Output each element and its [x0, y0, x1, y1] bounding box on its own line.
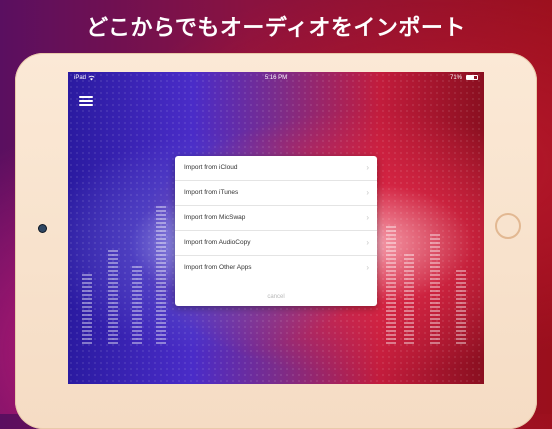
chevron-right-icon: ›	[366, 238, 369, 247]
front-camera	[39, 225, 46, 232]
promo-headline: どこからでもオーディオをインポート	[86, 16, 466, 41]
import-micswap-item[interactable]: Import from MicSwap ›	[175, 206, 377, 231]
cancel-button[interactable]: cancel	[175, 294, 377, 300]
equalizer-bar	[456, 269, 466, 344]
ipad-frame: iPad 5:16 PM 71% Import from iCloud › Im…	[15, 53, 537, 429]
sheet-item-label: Import from iCloud	[184, 164, 238, 171]
equalizer-bar	[386, 224, 396, 344]
import-audiocopy-item[interactable]: Import from AudioCopy ›	[175, 231, 377, 256]
import-other-apps-item[interactable]: Import from Other Apps ›	[175, 256, 377, 280]
sheet-item-label: Import from iTunes	[184, 189, 239, 196]
status-time: 5:16 PM	[264, 75, 288, 81]
chevron-right-icon: ›	[366, 163, 369, 172]
equalizer-bar	[404, 254, 414, 344]
equalizer-bar	[430, 234, 440, 344]
chevron-right-icon: ›	[366, 188, 369, 197]
status-bar: iPad 5:16 PM 71%	[68, 72, 484, 84]
menu-line	[79, 104, 93, 106]
sheet-item-label: Import from Other Apps	[184, 264, 252, 271]
chevron-right-icon: ›	[366, 263, 369, 272]
equalizer-bar	[156, 204, 166, 344]
equalizer-bar	[108, 249, 118, 344]
menu-line	[79, 96, 93, 98]
home-button[interactable]	[495, 213, 521, 239]
sheet-item-label: Import from AudioCopy	[184, 239, 251, 246]
hamburger-menu-icon[interactable]	[79, 96, 93, 106]
battery-percentage: 71%	[449, 75, 462, 81]
import-action-sheet: Import from iCloud › Import from iTunes …	[175, 156, 377, 306]
sheet-item-label: Import from MicSwap	[184, 214, 246, 221]
import-icloud-item[interactable]: Import from iCloud ›	[175, 156, 377, 181]
import-itunes-item[interactable]: Import from iTunes ›	[175, 181, 377, 206]
chevron-right-icon: ›	[366, 213, 369, 222]
menu-line	[79, 100, 93, 102]
equalizer-bar	[82, 274, 92, 344]
battery-level	[467, 76, 475, 79]
equalizer-bar	[132, 264, 142, 344]
app-screen: iPad 5:16 PM 71% Import from iCloud › Im…	[68, 72, 484, 384]
battery-icon	[466, 75, 478, 80]
